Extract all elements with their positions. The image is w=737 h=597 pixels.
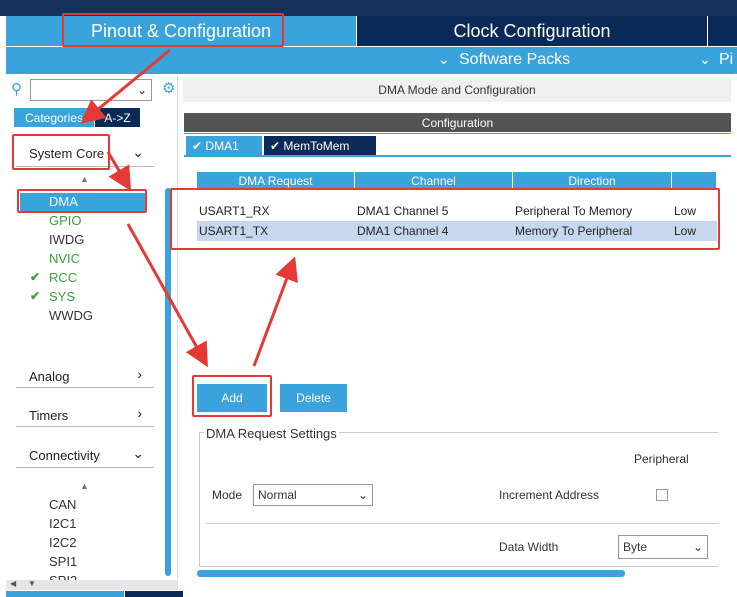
subtab-memtomem[interactable]: ✔ MemToMem	[264, 136, 376, 155]
panel-title: DMA Mode and Configuration	[183, 78, 731, 102]
bottom-tab-strip-dark	[125, 591, 183, 597]
sidebar-item-gpio[interactable]: GPIO	[49, 213, 82, 228]
annotation-box	[62, 13, 284, 47]
annotation-box	[17, 189, 147, 213]
sidebar-item-wwdg[interactable]: WWDG	[49, 308, 93, 323]
sidebar-item-i2c1[interactable]: I2C1	[49, 516, 76, 531]
arrow-left-icon[interactable]: ◀	[10, 579, 16, 588]
settings-legend: DMA Request Settings	[204, 426, 339, 441]
check-circle-icon: ✔	[270, 138, 281, 153]
bottom-tab-strip	[6, 591, 124, 597]
mode-label: Mode	[212, 488, 243, 502]
annotation-box	[170, 188, 720, 250]
peripheral-heading: Peripheral	[634, 452, 689, 466]
categories-label: Categories	[24, 110, 84, 125]
sort-arrow-icon[interactable]: ▲	[80, 174, 89, 184]
annotation-box	[192, 375, 272, 417]
data-width-select[interactable]: Byte ⌄	[618, 535, 708, 559]
chevron-down-icon: ⌄	[132, 144, 144, 160]
tab-clock-configuration[interactable]: Clock Configuration	[357, 16, 707, 46]
sidebar-item-sys[interactable]: SYS	[49, 289, 75, 304]
sidebar-item-rcc[interactable]: RCC	[49, 270, 77, 285]
category-analog[interactable]: Analog ›	[16, 366, 154, 388]
pinout-menu-cut[interactable]: Pi	[719, 51, 733, 69]
sidebar-hscroll[interactable]: ◀ ▼	[6, 579, 178, 590]
subtab-dma1-label: DMA1	[205, 138, 239, 153]
search-icon[interactable]: ⚲	[11, 80, 22, 98]
increment-address-checkbox[interactable]	[656, 489, 668, 501]
chevron-down-icon[interactable]: ⌄	[699, 51, 711, 68]
search-input[interactable]: ⌄	[30, 79, 152, 101]
check-icon: ✔	[30, 270, 41, 284]
chevron-down-icon[interactable]: ⌄	[438, 51, 450, 68]
check-circle-icon: ✔	[192, 138, 203, 153]
mode-value: Normal	[258, 488, 297, 502]
chevron-down-icon: ⌄	[692, 540, 703, 554]
configuration-bar: Configuration	[184, 113, 731, 132]
arrow-down-icon[interactable]: ▼	[28, 579, 36, 588]
divider	[184, 133, 731, 134]
panel-title-text: DMA Mode and Configuration	[378, 83, 536, 97]
data-width-value: Byte	[623, 540, 648, 554]
chevron-right-icon: ›	[137, 366, 142, 382]
configuration-label: Configuration	[421, 115, 494, 130]
category-connectivity[interactable]: Connectivity ⌄	[16, 444, 154, 468]
data-width-label: Data Width	[499, 540, 559, 554]
sub-menu-bar: ⌄ Software Packs ⌄ Pi	[6, 47, 737, 74]
connectivity-label: Connectivity	[29, 448, 100, 463]
sidebar-item-can[interactable]: CAN	[49, 497, 76, 512]
delete-label: Delete	[296, 391, 331, 405]
subtab-dma1[interactable]: ✔ DMA1	[186, 136, 262, 155]
chevron-down-icon: ⌄	[132, 445, 144, 461]
az-label: A->Z	[104, 110, 131, 125]
divider	[206, 523, 719, 524]
sidebar-item-nvic[interactable]: NVIC	[49, 251, 80, 266]
sidebar-item-iwdg[interactable]: IWDG	[49, 232, 84, 247]
chevron-down-icon: ⌄	[357, 488, 368, 502]
increment-address-label: Increment Address	[499, 488, 600, 502]
tab-overflow[interactable]	[708, 16, 737, 46]
subtab-memtomem-label: MemToMem	[283, 138, 350, 153]
sort-arrow-icon[interactable]: ▲	[80, 481, 89, 491]
annotation-box	[12, 134, 110, 170]
check-icon: ✔	[30, 289, 41, 303]
gear-icon[interactable]: ⚙	[162, 79, 175, 97]
sidebar-item-spi1[interactable]: SPI1	[49, 554, 77, 569]
divider	[184, 155, 731, 157]
az-button[interactable]: A->Z	[95, 108, 140, 127]
categories-button[interactable]: Categories	[14, 108, 94, 127]
chevron-right-icon: ›	[137, 405, 142, 421]
sidebar-item-i2c2[interactable]: I2C2	[49, 535, 76, 550]
timers-label: Timers	[29, 408, 69, 423]
category-timers[interactable]: Timers ›	[16, 405, 154, 427]
delete-button[interactable]: Delete	[280, 384, 347, 412]
tab-clock-label: Clock Configuration	[453, 20, 611, 41]
software-packs-menu[interactable]: Software Packs	[459, 51, 570, 69]
panel-hscrollbar[interactable]	[197, 570, 625, 577]
mode-select[interactable]: Normal ⌄	[253, 484, 373, 506]
analog-label: Analog	[29, 369, 70, 384]
chevron-down-icon: ⌄	[136, 83, 147, 97]
